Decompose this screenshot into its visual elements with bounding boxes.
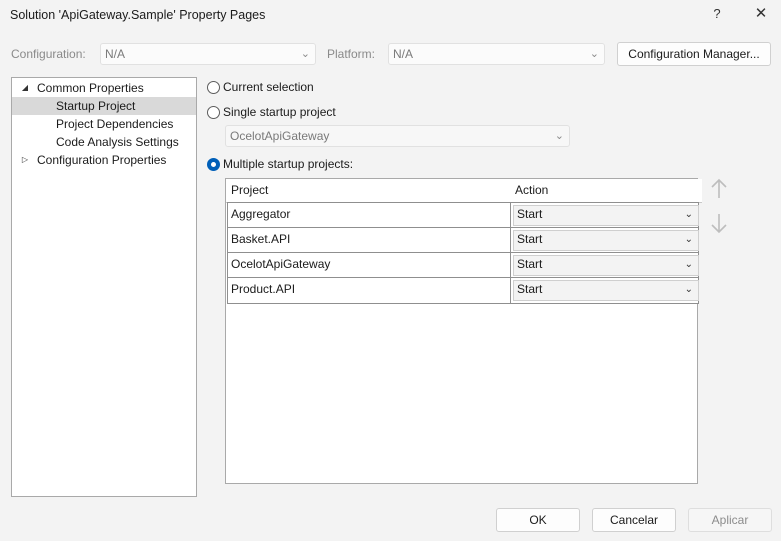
current-selection-radio[interactable]	[207, 81, 220, 94]
chevron-down-icon: ⌄	[684, 259, 693, 270]
action-value: Start	[517, 282, 543, 296]
multiple-startup-label[interactable]: Multiple startup projects:	[223, 157, 353, 171]
single-startup-value: OcelotApiGateway	[230, 129, 330, 143]
tree-item-label: Common Properties	[37, 81, 144, 95]
move-down-button[interactable]	[709, 212, 729, 240]
arrow-down-icon	[711, 214, 727, 234]
property-tree: ◢ Common Properties Startup Project Proj…	[11, 77, 197, 497]
platform-combo[interactable]: N/A ⌄	[388, 43, 605, 65]
configuration-manager-button[interactable]: Configuration Manager...	[617, 42, 771, 66]
project-cell[interactable]: OcelotApiGateway	[227, 252, 515, 279]
table-row: OcelotApiGateway Start ⌄	[226, 252, 699, 279]
cancel-button[interactable]: Cancelar	[592, 508, 676, 532]
chevron-down-icon: ⌄	[684, 209, 693, 220]
action-value: Start	[517, 207, 543, 221]
arrow-up-icon	[711, 178, 727, 198]
action-value: Start	[517, 257, 543, 271]
help-button[interactable]: ?	[710, 6, 724, 24]
table-row: Basket.API Start ⌄	[226, 227, 699, 254]
project-cell[interactable]: Basket.API	[227, 227, 515, 254]
tree-item-common-properties[interactable]: ◢ Common Properties	[12, 79, 196, 97]
single-startup-label[interactable]: Single startup project	[223, 105, 336, 119]
tree-item-configuration-properties[interactable]: ▷ Configuration Properties	[12, 151, 196, 169]
action-dropdown[interactable]: Start ⌄	[513, 280, 699, 301]
configuration-label: Configuration:	[11, 47, 86, 61]
window-title: Solution 'ApiGateway.Sample' Property Pa…	[10, 8, 266, 22]
project-cell[interactable]: Aggregator	[227, 202, 515, 229]
configuration-value: N/A	[105, 47, 126, 61]
table-row: Product.API Start ⌄	[226, 277, 699, 304]
startup-projects-grid: Project Action Aggregator Start ⌄ Basket…	[225, 178, 702, 484]
tree-item-startup-project[interactable]: Startup Project	[12, 97, 196, 115]
multiple-startup-radio[interactable]	[207, 158, 220, 171]
tree-item-project-dependencies[interactable]: Project Dependencies	[12, 115, 196, 133]
platform-label: Platform:	[327, 47, 376, 61]
project-cell[interactable]: Product.API	[227, 277, 515, 304]
expanded-triangle-icon[interactable]: ◢	[20, 79, 30, 97]
action-cell: Start ⌄	[510, 227, 699, 254]
ok-button[interactable]: OK	[496, 508, 580, 532]
tree-item-label: Startup Project	[56, 99, 136, 113]
action-cell: Start ⌄	[510, 202, 699, 229]
single-startup-combo[interactable]: OcelotApiGateway ⌄	[225, 125, 570, 147]
chevron-down-icon: ⌄	[300, 48, 310, 60]
action-dropdown[interactable]: Start ⌄	[513, 255, 699, 276]
tree-item-label: Configuration Properties	[37, 153, 167, 167]
action-cell: Start ⌄	[510, 277, 699, 304]
action-cell: Start ⌄	[510, 252, 699, 279]
chevron-down-icon: ⌄	[554, 130, 564, 142]
single-startup-radio[interactable]	[207, 106, 220, 119]
platform-value: N/A	[393, 47, 414, 61]
column-header-action[interactable]: Action	[510, 179, 702, 203]
chevron-down-icon: ⌄	[684, 284, 693, 295]
column-header-project[interactable]: Project	[226, 179, 516, 203]
close-icon: ✕	[754, 5, 768, 22]
chevron-down-icon: ⌄	[589, 48, 599, 60]
close-button[interactable]: ✕	[750, 4, 772, 26]
tree-item-label: Code Analysis Settings	[56, 135, 179, 149]
tree-item-label: Project Dependencies	[56, 117, 174, 131]
apply-button[interactable]: Aplicar	[688, 508, 772, 532]
table-row: Aggregator Start ⌄	[226, 202, 699, 229]
chevron-down-icon: ⌄	[684, 234, 693, 245]
tree-item-code-analysis-settings[interactable]: Code Analysis Settings	[12, 133, 196, 151]
action-value: Start	[517, 232, 543, 246]
action-dropdown[interactable]: Start ⌄	[513, 205, 699, 226]
current-selection-label[interactable]: Current selection	[223, 80, 314, 94]
move-up-button[interactable]	[709, 178, 729, 206]
collapsed-triangle-icon[interactable]: ▷	[20, 151, 30, 169]
action-dropdown[interactable]: Start ⌄	[513, 230, 699, 251]
configuration-combo[interactable]: N/A ⌄	[100, 43, 316, 65]
